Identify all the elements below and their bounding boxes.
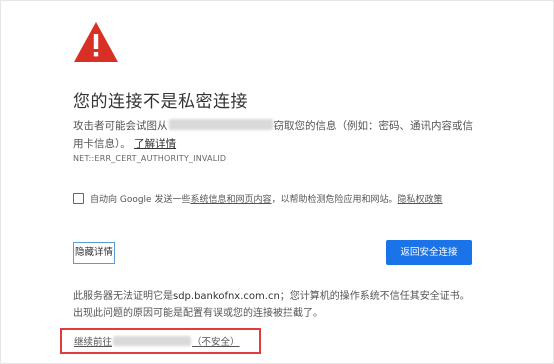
description-prefix: 攻击者可能会试图从 <box>73 120 168 132</box>
proceed-unsafe-link[interactable]: （不安全） <box>192 337 240 348</box>
server-domain: sdp.bankofnx.com.cn <box>173 291 280 302</box>
details-line-2: 出现此问题的原因可能是配置有误或您的连接被拦截了。 <box>73 308 323 319</box>
learn-more-link[interactable]: 了解详情 <box>134 138 176 150</box>
details-text: 此服务器无法证明它是sdp.bankofnx.com.cn；您计算机的操作系统不… <box>73 288 503 322</box>
proceed-prefix[interactable]: 继续前往 <box>74 337 112 348</box>
details-prefix: 此服务器无法证明它是 <box>73 291 173 302</box>
back-to-safety-button[interactable]: 返回安全连接 <box>386 240 472 265</box>
system-info-link[interactable]: 系统信息和网页内容 <box>190 195 271 205</box>
details-line-1: 此服务器无法证明它是sdp.bankofnx.com.cn；您计算机的操作系统不… <box>73 288 503 305</box>
redacted-domain <box>168 119 273 130</box>
safe-browsing-optin: 自动向 Google 发送一些系统信息和网页内容，以帮助检测危险应用和网站。隐私… <box>73 192 493 205</box>
optin-prefix: 自动向 Google 发送一些 <box>90 195 191 205</box>
page-title: 您的连接不是私密连接 <box>73 92 248 112</box>
warning-description: 攻击者可能会试图从 窃取您的信息（例如：密码、通讯内容或信用卡信息）。 了解详情 <box>73 117 483 153</box>
redacted-proceed-domain <box>113 336 192 346</box>
optin-middle: ，以帮助检测危险应用和网站。 <box>271 195 398 205</box>
error-code: NET::ERR_CERT_AUTHORITY_INVALID <box>73 154 227 163</box>
interstitial-page: 您的连接不是私密连接 攻击者可能会试图从 窃取您的信息（例如：密码、通讯内容或信用… <box>0 0 554 364</box>
warning-triangle-icon <box>74 22 118 62</box>
details-suffix: ；您计算机的操作系统不信任其安全证书。 <box>279 291 470 302</box>
optin-checkbox[interactable] <box>73 193 84 204</box>
privacy-policy-link[interactable]: 隐私权政策 <box>398 195 443 205</box>
proceed-link-row[interactable]: 继续前往 （不安全） <box>74 334 240 348</box>
hide-details-button[interactable]: 隐藏详情 <box>73 242 116 264</box>
